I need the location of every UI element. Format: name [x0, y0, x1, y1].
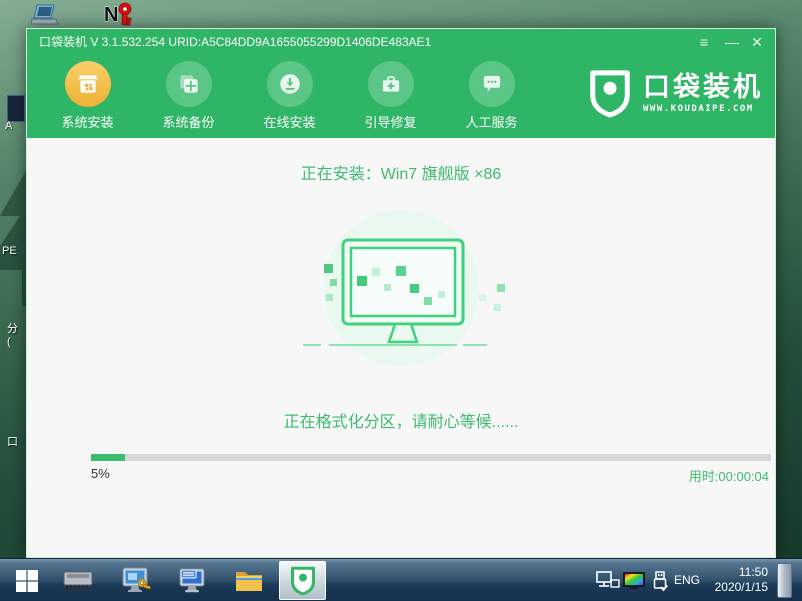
partial-desktop-icon[interactable]	[7, 95, 25, 122]
chat-bubble-icon	[468, 61, 515, 107]
display-lock-app[interactable]	[116, 563, 156, 599]
brand-site: WWW.KOUDAIPE.COM	[643, 103, 754, 114]
taskbar: ENG 11:50 2020/1/15	[0, 558, 802, 601]
network-icon[interactable]	[596, 571, 620, 591]
brand-logo: 口袋装机 WWW.KOUDAIPE.COM	[587, 68, 763, 118]
install-progress-panel: 正在安装：Win7 旗舰版 ×86 正在格式化分区，请耐心等候...... 5%…	[27, 138, 775, 559]
progress-percent: 5%	[91, 466, 110, 481]
show-desktop-button[interactable]	[777, 563, 792, 598]
elapsed-time: 用时:00:00:04	[688, 469, 769, 484]
desktop: N A PE 分 ( 口 口袋装机 V 3.1.532.254 URID:A5C…	[0, 0, 802, 601]
window-title: 口袋装机 V 3.1.532.254 URID:A5C84DD9A1655055…	[39, 35, 432, 49]
brand-name: 口袋装机	[643, 71, 763, 102]
monitor-illustration	[303, 210, 505, 366]
nav-item-online-install[interactable]: 在线安装	[239, 56, 340, 138]
memory-chip-app[interactable]	[58, 563, 98, 599]
installer-window: 口袋装机 V 3.1.532.254 URID:A5C84DD9A1655055…	[26, 28, 776, 558]
nav-label: 在线安装	[263, 115, 316, 130]
nav-item-system-install[interactable]: 系统安装	[37, 56, 138, 138]
folder-icon	[236, 572, 262, 591]
desktop-label-pe[interactable]: PE	[2, 245, 17, 257]
status-message: 正在格式化分区，请耐心等候......	[283, 414, 519, 431]
display-keyboard-icon	[179, 568, 205, 593]
minimize-icon[interactable]: —	[720, 29, 744, 56]
nav-item-human-service[interactable]: 人工服务	[441, 56, 542, 138]
software-box-icon	[64, 61, 111, 107]
menu-icon[interactable]: ≡	[692, 29, 716, 56]
nav-label: 引导修复	[364, 115, 417, 130]
progress-bar	[91, 454, 771, 461]
pocket-installer-app[interactable]	[279, 561, 326, 600]
display-lock-icon	[122, 567, 152, 592]
laptop-icon[interactable]	[31, 4, 59, 26]
window-titlebar[interactable]: 口袋装机 V 3.1.532.254 URID:A5C84DD9A1655055…	[27, 29, 775, 56]
desktop-label-fen[interactable]: 分	[7, 320, 18, 336]
backup-windows-icon	[165, 61, 212, 107]
display-keyboard-app[interactable]	[172, 563, 212, 599]
language-indicator[interactable]: ENG	[674, 573, 700, 587]
memory-chip-icon	[63, 571, 93, 591]
desktop-label-kou[interactable]: 口	[7, 433, 18, 449]
nav-item-boot-repair[interactable]: 引导修复	[340, 56, 441, 138]
shield-dot-icon	[590, 70, 630, 118]
color-display-icon[interactable]	[622, 571, 646, 590]
green-shield-icon	[290, 566, 315, 596]
toolbox-plus-icon	[367, 61, 414, 107]
progress-fill	[91, 454, 125, 461]
clock-time: 11:50	[738, 565, 768, 579]
nav-label: 系统安装	[61, 115, 114, 130]
taskbar-clock[interactable]: 11:50 2020/1/15	[706, 565, 768, 595]
windows-logo-icon	[16, 570, 38, 592]
desktop-label-paren[interactable]: (	[7, 336, 11, 348]
nav-item-system-backup[interactable]: 系统备份	[138, 56, 239, 138]
nav-label: 系统备份	[162, 115, 215, 130]
nav-header: 系统安装 系统备份 在线安装 引导修复 人工服务 口袋装机 WWW.KOUDAI…	[27, 56, 775, 138]
svg-text:N: N	[104, 4, 118, 26]
install-heading: 正在安装：Win7 旗舰版 ×86	[300, 166, 502, 183]
start-button[interactable]	[8, 563, 46, 599]
file-explorer-app[interactable]	[229, 563, 269, 599]
usb-icon[interactable]	[652, 571, 669, 592]
close-icon[interactable]: ✕	[745, 29, 769, 56]
nav-label: 人工服务	[465, 115, 518, 130]
desktop-label-a[interactable]: A	[5, 120, 12, 132]
clock-date: 2020/1/15	[714, 580, 768, 594]
download-circle-icon	[266, 61, 313, 107]
